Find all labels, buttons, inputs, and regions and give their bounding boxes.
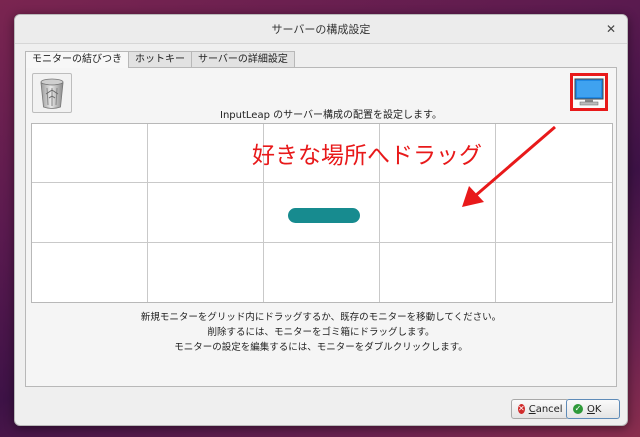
trash-can-icon[interactable] <box>32 73 72 113</box>
grid-cell[interactable] <box>380 242 496 302</box>
new-monitor-button[interactable] <box>570 73 608 111</box>
check-icon: ✓ <box>573 404 583 414</box>
cancel-button[interactable]: ✕ Cancel <box>511 399 569 419</box>
server-config-window: サーバーの構成設定 ✕ モニターの結びつき ホットキー サーバーの詳細設定 In… <box>14 14 628 426</box>
instructions: 新規モニターをグリッド内にドラッグするか、既存のモニターを移動してください。 削… <box>26 310 616 355</box>
grid-cell[interactable] <box>380 183 496 243</box>
grid-cell[interactable] <box>264 242 380 302</box>
grid-cell[interactable] <box>496 124 612 184</box>
window-title: サーバーの構成設定 <box>271 23 371 36</box>
cancel-icon: ✕ <box>518 404 525 414</box>
drag-annotation: 好きな場所へドラッグ <box>252 143 482 169</box>
monitor-links-panel: InputLeap のサーバー構成の配置を設定します。 好きな場所へドラッグ 新… <box>25 67 617 387</box>
server-screen[interactable] <box>288 208 360 223</box>
monitor-grid[interactable]: 好きな場所へドラッグ <box>31 123 613 303</box>
ok-button[interactable]: ✓ OK <box>566 399 620 419</box>
panel-header-text: InputLeap のサーバー構成の配置を設定します。 <box>220 110 442 121</box>
grid-cell[interactable] <box>32 242 148 302</box>
ok-button-label: OK <box>587 403 602 415</box>
grid-cell[interactable] <box>32 183 148 243</box>
tab-monitor-links[interactable]: モニターの結びつき <box>25 51 129 68</box>
grid-cell[interactable] <box>148 183 264 243</box>
instruction-line: 削除するには、モニターをゴミ箱にドラッグします。 <box>207 327 435 338</box>
monitor-icon <box>574 78 604 106</box>
tab-bar: モニターの結びつき ホットキー サーバーの詳細設定 <box>25 51 295 68</box>
grid-cell[interactable] <box>148 124 264 184</box>
grid-cell[interactable] <box>496 243 612 302</box>
instruction-line: モニターの設定を編集するには、モニターをダブルクリックします。 <box>174 342 468 353</box>
tab-advanced-server-settings[interactable]: サーバーの詳細設定 <box>191 51 295 67</box>
grid-cell[interactable] <box>148 242 264 302</box>
grid-cell[interactable] <box>32 124 148 184</box>
grid-cell[interactable] <box>496 183 612 243</box>
instruction-line: 新規モニターをグリッド内にドラッグするか、既存のモニターを移動してください。 <box>140 312 502 323</box>
cancel-button-label: Cancel <box>528 403 563 415</box>
tab-hotkeys[interactable]: ホットキー <box>128 51 192 67</box>
close-icon[interactable]: ✕ <box>603 21 619 37</box>
title-bar: サーバーの構成設定 ✕ <box>15 15 627 44</box>
